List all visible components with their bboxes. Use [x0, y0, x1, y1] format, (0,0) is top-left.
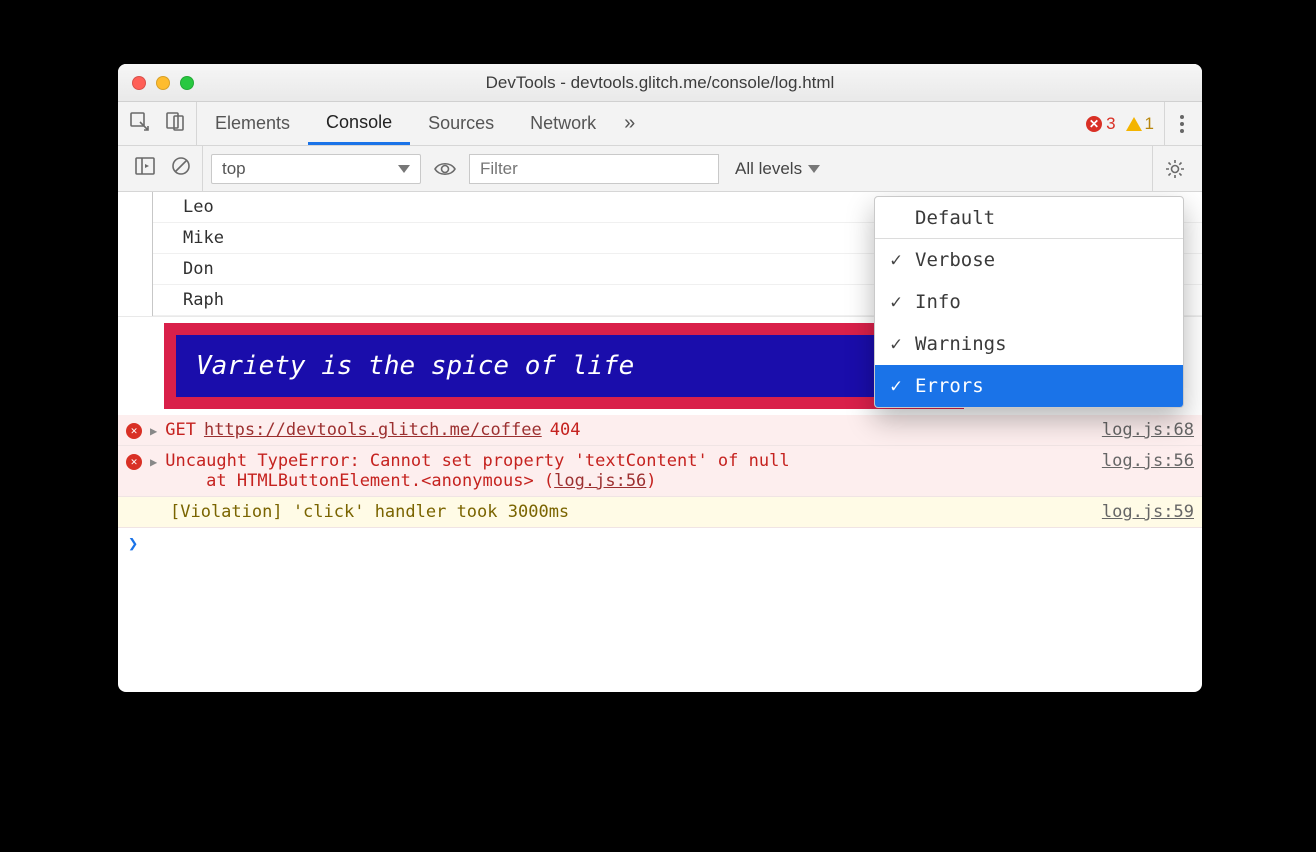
tabbar-left-tools [118, 102, 197, 145]
expand-icon[interactable]: ▶ [150, 424, 157, 438]
tabbar-right: ✕ 3 1 [1086, 102, 1202, 145]
source-link[interactable]: log.js:56 [1102, 451, 1194, 471]
window-minimize-button[interactable] [156, 76, 170, 90]
tab-console[interactable]: Console [308, 102, 410, 145]
live-expression-icon[interactable] [429, 157, 461, 181]
levels-option-warnings[interactable]: ✓ Warnings [875, 323, 1183, 365]
error-icon: ✕ [1086, 116, 1102, 132]
console-output: Leo Mike Don Raph Variety is the spice o… [118, 192, 1202, 692]
execution-context-select[interactable]: top [211, 154, 421, 184]
log-levels-menu: Default ✓ Verbose ✓ Info ✓ Warnings ✓ Er… [874, 196, 1184, 408]
window-close-button[interactable] [132, 76, 146, 90]
tabs-overflow-button[interactable]: » [614, 112, 645, 135]
http-method: GET [165, 420, 196, 440]
levels-option-info[interactable]: ✓ Info [875, 281, 1183, 323]
violation-message: [Violation] 'click' handler took 3000ms [170, 502, 569, 522]
styled-log-message[interactable]: Variety is the spice of life [164, 323, 964, 409]
warning-count: 1 [1145, 114, 1154, 134]
device-toolbar-icon[interactable] [164, 110, 186, 137]
chevron-down-icon [398, 165, 410, 173]
levels-option-verbose[interactable]: ✓ Verbose [875, 239, 1183, 281]
window-maximize-button[interactable] [180, 76, 194, 90]
request-url[interactable]: https://devtools.glitch.me/coffee [204, 420, 542, 440]
option-label: Warnings [915, 333, 1007, 355]
clear-console-icon[interactable] [170, 155, 192, 182]
error-row[interactable]: ✕ ▶ Uncaught TypeError: Cannot set prope… [118, 446, 1202, 497]
window-title: DevTools - devtools.glitch.me/console/lo… [118, 73, 1202, 93]
http-status: 404 [550, 420, 581, 440]
error-icon: ✕ [126, 454, 142, 470]
error-count-badge[interactable]: ✕ 3 [1086, 114, 1115, 134]
tab-label: Network [530, 113, 596, 134]
levels-option-errors[interactable]: ✓ Errors [875, 365, 1183, 407]
tab-label: Sources [428, 113, 494, 134]
tab-label: Elements [215, 113, 290, 134]
tab-list: Elements Console Sources Network » [197, 102, 645, 145]
log-levels-select[interactable]: All levels [735, 159, 820, 179]
error-message: Uncaught TypeError: Cannot set property … [165, 451, 1094, 471]
warning-count-badge[interactable]: 1 [1126, 114, 1154, 134]
console-toolbar: top All levels [118, 146, 1202, 192]
filter-input[interactable] [469, 154, 719, 184]
error-count: 3 [1106, 114, 1115, 134]
devtools-window: DevTools - devtools.glitch.me/console/lo… [118, 64, 1202, 692]
inspect-element-icon[interactable] [128, 110, 150, 137]
tab-network[interactable]: Network [512, 102, 614, 145]
toolbar-left-group [124, 146, 203, 191]
more-menu-button[interactable] [1164, 102, 1198, 145]
sidebar-toggle-icon[interactable] [134, 155, 156, 182]
levels-option-default[interactable]: Default [875, 197, 1183, 239]
option-label: Verbose [915, 249, 995, 271]
devtools-tabbar: Elements Console Sources Network » ✕ 3 1 [118, 102, 1202, 146]
chevron-down-icon [808, 165, 820, 173]
tab-label: Console [326, 112, 392, 133]
check-icon: ✓ [887, 333, 905, 355]
stack-source-link[interactable]: log.js:56 [554, 471, 646, 491]
tab-elements[interactable]: Elements [197, 102, 308, 145]
prompt-icon: ❯ [128, 534, 138, 554]
source-link[interactable]: log.js:68 [1102, 420, 1194, 440]
tab-sources[interactable]: Sources [410, 102, 512, 145]
traffic-lights [132, 76, 194, 90]
console-prompt[interactable]: ❯ [118, 528, 1202, 560]
check-icon: ✓ [887, 291, 905, 313]
violation-row[interactable]: [Violation] 'click' handler took 3000ms … [118, 497, 1202, 528]
console-settings-button[interactable] [1152, 146, 1196, 191]
context-label: top [222, 159, 246, 179]
option-label: Errors [915, 375, 984, 397]
window-titlebar: DevTools - devtools.glitch.me/console/lo… [118, 64, 1202, 102]
check-icon: ✓ [887, 375, 905, 397]
levels-label: All levels [735, 159, 802, 179]
expand-icon[interactable]: ▶ [150, 455, 157, 469]
chevron-double-right-icon: » [624, 112, 635, 135]
check-icon: ✓ [887, 249, 905, 271]
stack-frame: at HTMLButtonElement.<anonymous> (log.js… [165, 471, 1094, 491]
source-link[interactable]: log.js:59 [1102, 502, 1194, 522]
error-row[interactable]: ✕ ▶ GET https://devtools.glitch.me/coffe… [118, 415, 1202, 446]
warning-icon [1126, 117, 1142, 131]
error-icon: ✕ [126, 423, 142, 439]
option-label: Info [915, 291, 961, 313]
option-label: Default [915, 207, 995, 229]
